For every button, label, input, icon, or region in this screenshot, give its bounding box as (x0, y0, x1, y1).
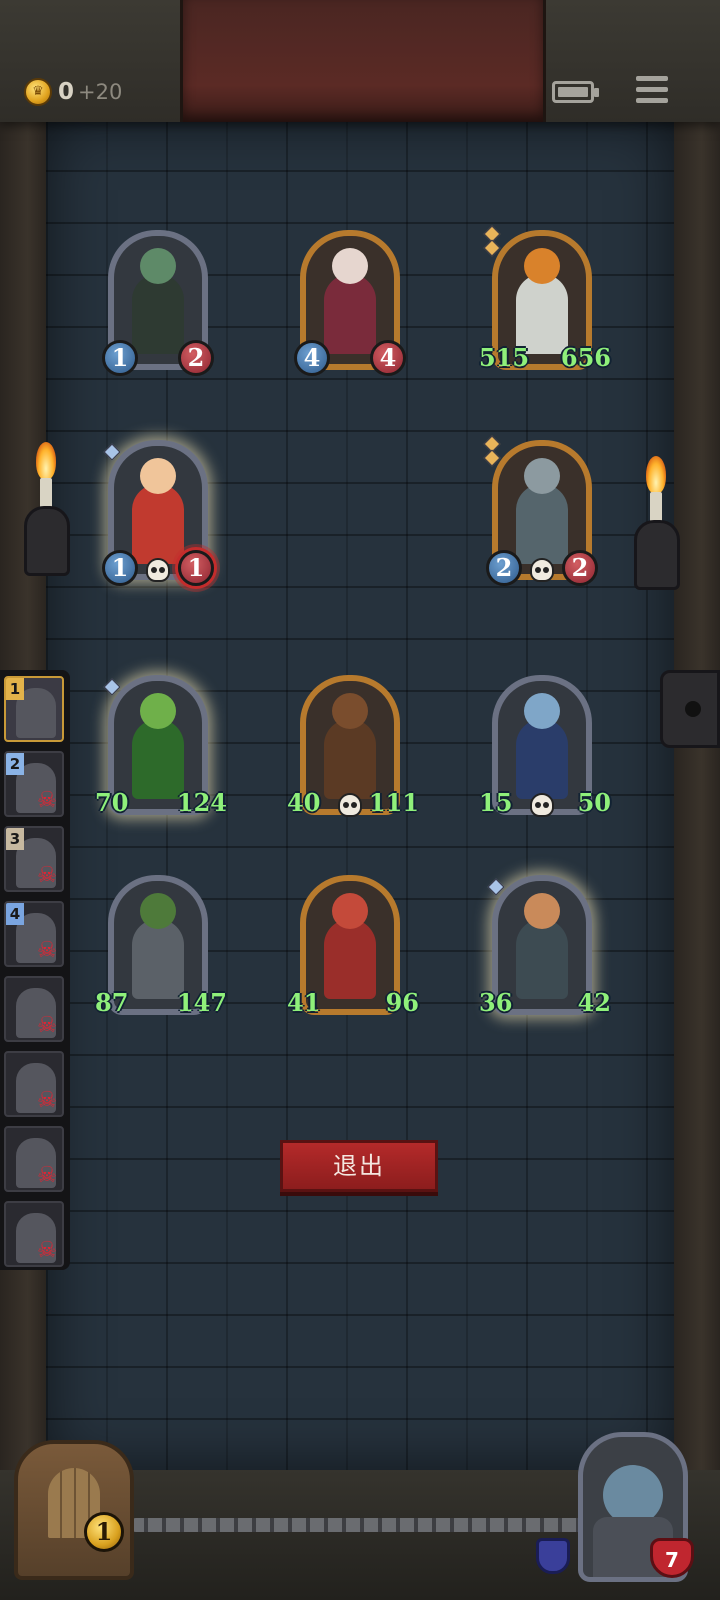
red-skull-icon: ☠ (37, 938, 57, 963)
minion-card-tiki-totem[interactable]: 40 111 (286, 675, 419, 825)
crown-coin-icon: ♛ (24, 78, 52, 106)
roster-slot[interactable]: 4 ☠ (4, 901, 64, 967)
torch-right (634, 456, 680, 606)
treasure-chest[interactable] (14, 1440, 134, 1580)
skull-icon (146, 558, 170, 582)
attack-stat: 4 (294, 340, 330, 376)
red-skull-icon: ☠ (37, 863, 57, 888)
attack-stat: 515 (476, 340, 532, 376)
roster-slot[interactable]: ☠ (4, 1126, 64, 1192)
hamburger-menu-icon[interactable] (636, 76, 668, 106)
red-skull-icon: ☠ (37, 1163, 57, 1188)
chest-count-badge: 1 (84, 1512, 124, 1552)
flame-icon (36, 442, 56, 480)
right-wall (674, 0, 720, 1600)
attack-stat: 2 (486, 550, 522, 586)
roster-slot[interactable]: 1 (4, 676, 64, 742)
health-stat: 50 (575, 785, 614, 821)
health-stat: 96 (383, 985, 422, 1021)
red-skull-icon: ☠ (37, 1013, 57, 1038)
roster-slot[interactable]: ☠ (4, 976, 64, 1042)
roster-slot[interactable]: 2 ☠ (4, 751, 64, 817)
minion-card-leaf-dryad[interactable]: 70 124 (94, 675, 227, 825)
battery-icon (552, 81, 599, 103)
skull-icon (530, 558, 554, 582)
skull-icon (530, 793, 554, 817)
minion-card-pinocchio-puppet[interactable]: 11 (102, 440, 214, 590)
minion-card-dark-elf-sorceress[interactable]: 15 50 (478, 675, 612, 825)
attack-stat: 41 (284, 985, 323, 1021)
shield-icon (536, 1538, 570, 1574)
roster-number: 2 (6, 753, 24, 775)
top-banner (180, 0, 546, 122)
chain-decoration (130, 1518, 590, 1532)
health-stat: 2 (178, 340, 214, 376)
health-stat: 124 (174, 785, 230, 821)
health-stat: 111 (366, 785, 422, 821)
minion-card-moss-knight[interactable]: 87 147 (94, 875, 227, 1025)
roster-slot[interactable]: ☠ (4, 1051, 64, 1117)
health-stat: 1 (178, 550, 214, 586)
roster-slot[interactable]: ☠ (4, 1201, 64, 1267)
health-stat: 4 (370, 340, 406, 376)
health-stat: 42 (575, 985, 614, 1021)
minion-card-bell-automaton[interactable]: 22 (483, 435, 598, 590)
skull-icon (338, 793, 362, 817)
hero-face (603, 1465, 663, 1525)
roster-number: 4 (6, 903, 24, 925)
red-skull-icon: ☠ (37, 1088, 57, 1113)
red-skull-icon: ☠ (37, 788, 57, 813)
minion-card-pumpkin-scarecrow[interactable]: 515 656 (479, 225, 611, 380)
minion-card-spear-child[interactable]: 36 42 (478, 875, 612, 1025)
attack-stat: 15 (476, 785, 515, 821)
attack-stat: 40 (284, 785, 323, 821)
attack-stat: 70 (92, 785, 131, 821)
roster-number: 3 (6, 828, 24, 850)
roster-slot[interactable]: 3 ☠ (4, 826, 64, 892)
health-stat: 2 (562, 550, 598, 586)
roster-panel: 1 2 ☠ 3 ☠ 4 ☠ ☠ ☠ ☠ ☠ (0, 670, 70, 1270)
attack-stat: 1 (102, 340, 138, 376)
exit-button[interactable]: 退出 (280, 1140, 438, 1192)
health-stat: 656 (558, 340, 614, 376)
roster-number: 1 (6, 678, 24, 700)
attack-stat: 1 (102, 550, 138, 586)
door-handle (660, 670, 720, 748)
coin-bonus: +20 (78, 80, 123, 104)
attack-stat: 36 (476, 985, 515, 1021)
torch-left (24, 442, 70, 592)
minion-card-red-demon[interactable]: 41 96 (286, 875, 420, 1025)
red-skull-icon: ☠ (37, 1238, 57, 1263)
health-stat: 147 (174, 985, 230, 1021)
coin-count: 0 (58, 79, 75, 105)
minion-card-spectral-skeleton[interactable]: 12 (102, 230, 214, 380)
minion-card-jester-clown[interactable]: 44 (294, 230, 406, 380)
attack-stat: 87 (92, 985, 131, 1021)
flame-icon (646, 456, 666, 494)
